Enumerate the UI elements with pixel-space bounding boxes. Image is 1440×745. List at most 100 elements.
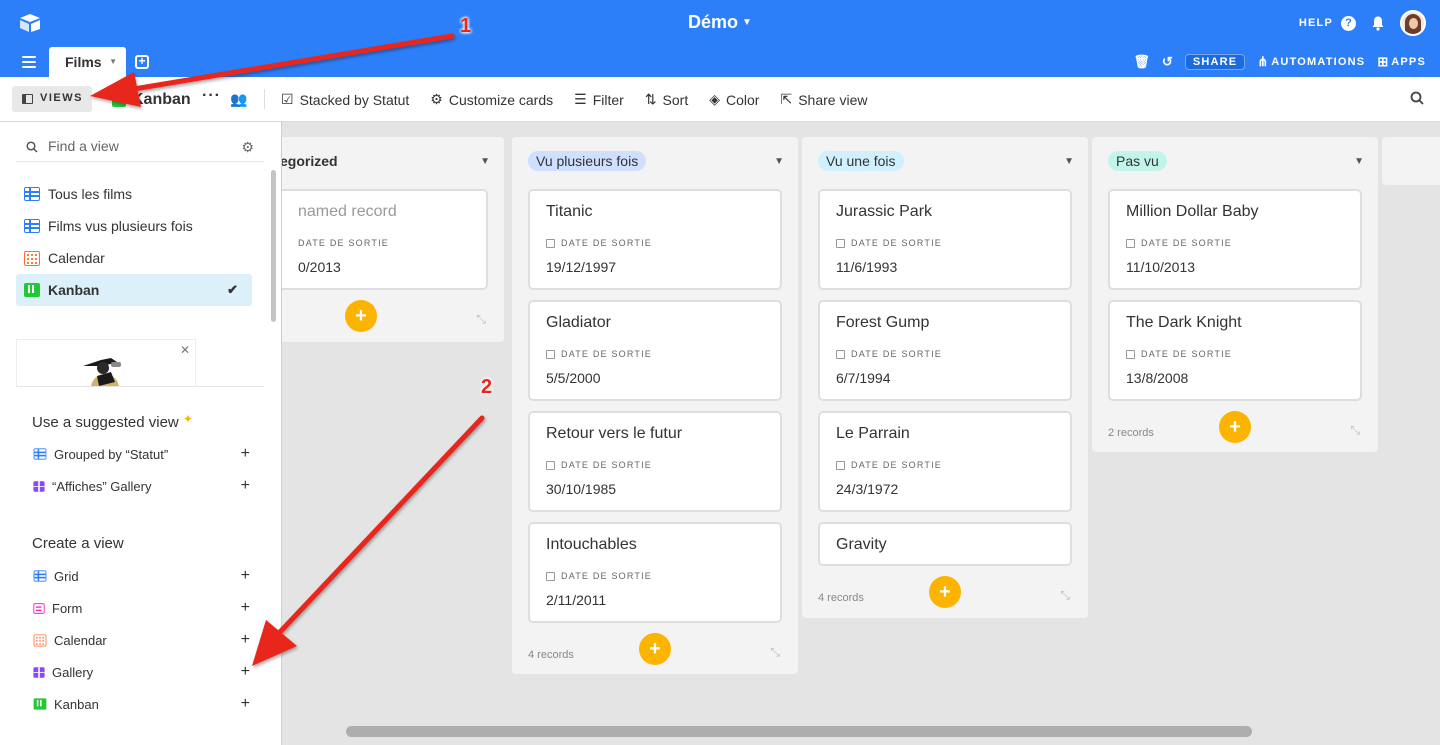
add-record-button[interactable]: + bbox=[1219, 411, 1251, 443]
calendar-field-icon bbox=[1126, 238, 1135, 248]
gallery-icon bbox=[33, 480, 45, 492]
view-more-options-icon[interactable]: ··· bbox=[202, 87, 221, 105]
record-card[interactable]: Titanic DATE DE SORTIE 19/12/1997 bbox=[528, 189, 782, 290]
share-button[interactable]: SHARE bbox=[1184, 54, 1246, 70]
card-field-value: 6/7/1994 bbox=[836, 370, 891, 386]
search-icon[interactable] bbox=[1410, 91, 1424, 105]
apps-button[interactable]: ⊞ APPS bbox=[1377, 54, 1426, 70]
close-icon[interactable]: ✕ bbox=[180, 343, 190, 357]
plus-icon[interactable]: + bbox=[241, 695, 250, 713]
plus-icon[interactable]: + bbox=[241, 663, 250, 681]
base-title[interactable]: Démo ▼ bbox=[0, 12, 1440, 33]
suggested-views-list: Grouped by “Statut” + “Affiches” Gallery… bbox=[32, 438, 254, 502]
card-field-value: 24/3/1972 bbox=[836, 481, 899, 497]
user-avatar[interactable] bbox=[1400, 10, 1426, 36]
automations-button[interactable]: ⋔ AUTOMATIONS bbox=[1257, 54, 1365, 70]
view-item-kanban[interactable]: Kanban ✔ bbox=[16, 274, 252, 306]
trash-icon[interactable]: 🗑 bbox=[1133, 54, 1150, 70]
history-icon[interactable]: ↺ bbox=[1162, 54, 1173, 70]
suggested-view-affiches-gallery[interactable]: “Affiches” Gallery + bbox=[32, 470, 254, 502]
filter-button[interactable]: ☰ Filter bbox=[574, 91, 624, 108]
paint-bucket-icon: ◈ bbox=[709, 91, 721, 107]
view-item-tous-les-films[interactable]: Tous les films bbox=[16, 178, 252, 210]
plus-icon[interactable]: + bbox=[241, 477, 250, 495]
card-field-label: DATE DE SORTIE bbox=[546, 460, 652, 470]
find-view-input[interactable] bbox=[48, 138, 228, 154]
column-title: Vu plusieurs fois bbox=[528, 151, 647, 171]
chevron-down-icon[interactable]: ▼ bbox=[109, 57, 117, 66]
chevron-down-icon[interactable]: ▼ bbox=[1354, 156, 1364, 167]
collapse-arrows-icon[interactable]: ⤡ bbox=[1060, 588, 1070, 603]
record-card[interactable]: Gravity bbox=[818, 522, 1072, 566]
field-label-text: DATE DE SORTIE bbox=[561, 571, 652, 581]
add-table-icon[interactable]: + bbox=[135, 55, 149, 69]
create-view-grid[interactable]: Grid + bbox=[32, 560, 254, 592]
kanban-icon bbox=[24, 283, 40, 297]
record-card[interactable]: Retour vers le futur DATE DE SORTIE 30/1… bbox=[528, 411, 782, 512]
sidebar-scrollbar[interactable] bbox=[271, 170, 276, 322]
gallery-icon bbox=[33, 666, 45, 678]
suggested-view-grouped-by-statut[interactable]: Grouped by “Statut” + bbox=[32, 438, 254, 470]
record-card[interactable]: The Dark Knight DATE DE SORTIE 13/8/2008 bbox=[1108, 300, 1362, 401]
plus-icon[interactable]: + bbox=[241, 445, 250, 463]
horizontal-scrollbar[interactable] bbox=[346, 726, 1252, 737]
color-button[interactable]: ◈ Color bbox=[709, 91, 759, 108]
calendar-icon bbox=[33, 634, 47, 646]
plus-icon[interactable]: + bbox=[241, 599, 250, 617]
suggested-view-label: “Affiches” Gallery bbox=[52, 478, 152, 494]
create-view-kanban[interactable]: Kanban + bbox=[32, 688, 254, 720]
share-view-button[interactable]: ⇱ Share view bbox=[780, 91, 867, 108]
bell-icon[interactable] bbox=[1370, 15, 1386, 31]
views-toggle-button[interactable]: VIEWS bbox=[12, 86, 92, 112]
card-field-label: DATE DE SORTIE bbox=[836, 460, 942, 470]
record-card[interactable]: Intouchables DATE DE SORTIE 2/11/2011 bbox=[528, 522, 782, 623]
card-field-value: 11/6/1993 bbox=[836, 259, 898, 275]
collaborators-icon[interactable]: 👥 bbox=[230, 91, 247, 108]
view-toolbar: ☑ Stacked by Statut ⚙ Customize cards ☰ … bbox=[281, 91, 867, 108]
annotation-number-1: 1 bbox=[460, 15, 472, 37]
table-tab-films[interactable]: Films ▼ bbox=[49, 47, 126, 77]
hamburger-menu-icon[interactable] bbox=[22, 56, 36, 68]
create-view-calendar[interactable]: Calendar + bbox=[32, 624, 254, 656]
kanban-icon bbox=[33, 698, 47, 710]
create-view-list: Grid + Form + Calendar + Gallery + Kanba… bbox=[32, 560, 254, 720]
record-card[interactable]: Forest Gump DATE DE SORTIE 6/7/1994 bbox=[818, 300, 1072, 401]
plus-icon[interactable]: + bbox=[241, 631, 250, 649]
find-view-field: ⚙ bbox=[16, 136, 264, 162]
record-card[interactable]: Gladiator DATE DE SORTIE 5/5/2000 bbox=[528, 300, 782, 401]
field-label-text: DATE DE SORTIE bbox=[561, 460, 652, 470]
chevron-down-icon[interactable]: ▼ bbox=[774, 156, 784, 167]
add-record-button[interactable]: + bbox=[929, 576, 961, 608]
collapse-arrows-icon[interactable]: ⤡ bbox=[476, 312, 486, 327]
collapse-arrows-icon[interactable]: ⤡ bbox=[770, 645, 780, 660]
card-title: Million Dollar Baby bbox=[1126, 203, 1259, 220]
stacked-by-button[interactable]: ☑ Stacked by Statut bbox=[281, 91, 409, 108]
calendar-field-icon bbox=[836, 460, 845, 470]
chevron-down-icon[interactable]: ▼ bbox=[480, 156, 490, 167]
collapse-arrows-icon[interactable]: ⤡ bbox=[1350, 423, 1360, 438]
create-view-gallery[interactable]: Gallery + bbox=[32, 656, 254, 688]
base-title-text[interactable]: Démo bbox=[688, 12, 738, 32]
record-card[interactable]: Million Dollar Baby DATE DE SORTIE 11/10… bbox=[1108, 189, 1362, 290]
create-view-form[interactable]: Form + bbox=[32, 592, 254, 624]
add-record-button[interactable]: + bbox=[639, 633, 671, 665]
view-item-films-vus-plusieurs-fois[interactable]: Films vus plusieurs fois bbox=[16, 210, 252, 242]
filter-icon: ☰ bbox=[574, 91, 587, 107]
view-item-calendar[interactable]: Calendar bbox=[16, 242, 252, 274]
gear-icon[interactable]: ⚙ bbox=[241, 139, 254, 156]
kanban-column-vu-plusieurs-fois: Vu plusieurs fois ▼ Titanic DATE DE SORT… bbox=[512, 137, 798, 674]
field-label-text: DATE DE SORTIE bbox=[851, 349, 942, 359]
sort-button[interactable]: ⇅ Sort bbox=[645, 91, 688, 108]
record-card[interactable]: Jurassic Park DATE DE SORTIE 11/6/1993 bbox=[818, 189, 1072, 290]
record-card[interactable]: Le Parrain DATE DE SORTIE 24/3/1972 bbox=[818, 411, 1072, 512]
grid-icon bbox=[33, 448, 47, 460]
add-record-button[interactable]: + bbox=[345, 300, 377, 332]
calendar-field-icon bbox=[546, 238, 555, 248]
card-field-label: DATE DE SORTIE bbox=[836, 238, 942, 248]
current-view-name[interactable]: Kanban bbox=[112, 91, 191, 109]
view-item-label: Calendar bbox=[48, 250, 105, 266]
customize-cards-button[interactable]: ⚙ Customize cards bbox=[430, 91, 553, 108]
help-button[interactable]: HELP ? bbox=[1299, 15, 1356, 31]
chevron-down-icon[interactable]: ▼ bbox=[1064, 156, 1074, 167]
plus-icon[interactable]: + bbox=[241, 567, 250, 585]
